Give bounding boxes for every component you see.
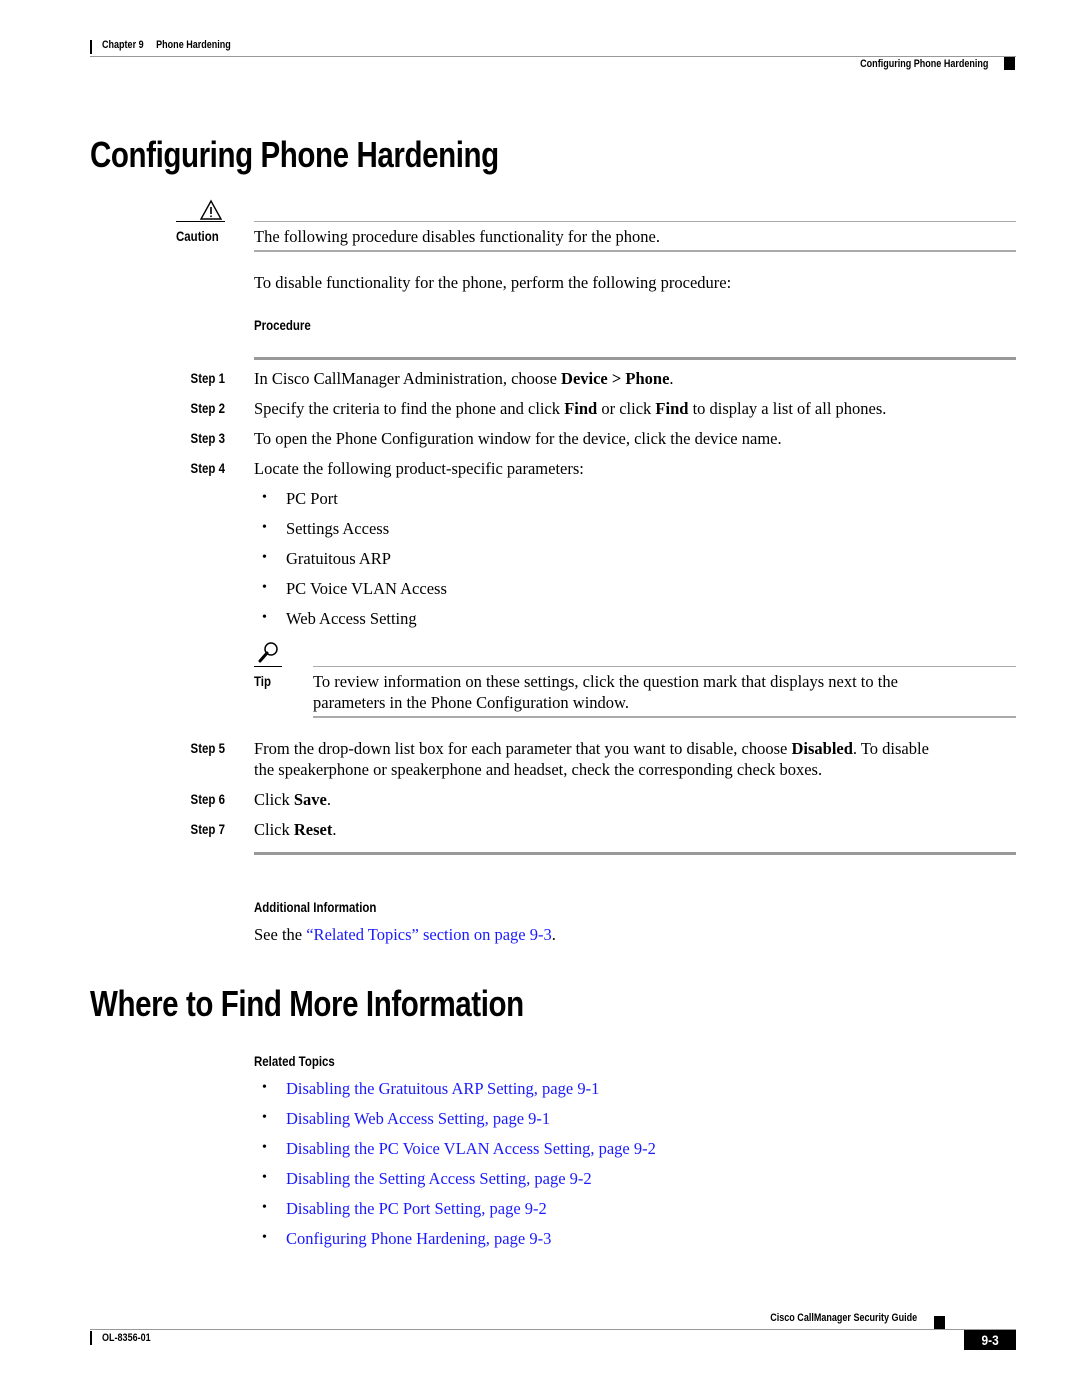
step-3-text: To open the Phone Configuration window f… <box>254 429 782 448</box>
tip-bottom-rule <box>313 716 1016 718</box>
step-text: to display a list of all phones. <box>688 399 887 418</box>
step-text: Click <box>254 820 294 839</box>
caution-bottom-rule <box>254 250 1016 252</box>
procedure-top-rule <box>254 357 1016 360</box>
menu-path: Device > Phone <box>561 369 670 388</box>
header-rule <box>90 56 1016 57</box>
related-link[interactable]: Disabling the PC Voice VLAN Access Setti… <box>286 1138 656 1159</box>
additional-suffix: . <box>551 925 556 944</box>
list-item: Settings Access <box>286 519 390 538</box>
step-text: . <box>669 369 674 388</box>
header-chapter: Chapter 9 Phone Hardening <box>102 39 231 51</box>
footer-doc-number: OL-8356-01 <box>102 1332 151 1344</box>
related-link[interactable]: Configuring Phone Hardening, page 9-3 <box>286 1228 551 1249</box>
chapter-title: Phone Hardening <box>156 39 231 51</box>
caution-icon-rule <box>176 221 225 222</box>
list-item: Gratuitous ARP <box>286 549 391 568</box>
section-title-where-to-find: Where to Find More Information <box>90 983 524 1024</box>
intro-text: To disable functionality for the phone, … <box>254 273 732 292</box>
step-5-text-line-2: the speakerphone or speakerphone and hea… <box>254 760 823 779</box>
tip-icon-rule <box>254 666 282 667</box>
step-text: . <box>332 820 337 839</box>
find-keyword: Find <box>564 399 598 418</box>
additional-prefix: See the <box>254 925 307 944</box>
list-item: PC Port <box>286 489 338 508</box>
caution-label: Caution <box>176 228 219 244</box>
list-item: PC Voice VLAN Access <box>286 579 447 598</box>
reset-keyword: Reset <box>293 820 333 839</box>
step-text: Click <box>254 790 294 809</box>
step-1-text: In Cisco CallManager Administration, cho… <box>254 368 674 389</box>
footer-left-bar <box>90 1331 92 1345</box>
step-label: Step 4 <box>190 460 225 476</box>
bullet-icon: • <box>262 1110 267 1125</box>
tip-text-line-1: To review information on these settings,… <box>313 672 898 691</box>
find-keyword: Find <box>655 399 689 418</box>
bullet-icon: • <box>262 1080 267 1095</box>
bullet-icon: • <box>262 490 267 505</box>
header-section: Configuring Phone Hardening <box>859 58 988 70</box>
section-title-configuring: Configuring Phone Hardening <box>90 134 499 175</box>
related-link[interactable]: Disabling the PC Port Setting, page 9-2 <box>286 1198 547 1219</box>
additional-info-text: See the “Related Topics” section on page… <box>254 924 556 945</box>
chapter-number: Chapter 9 <box>102 39 144 51</box>
list-item: Web Access Setting <box>286 609 417 628</box>
footer-guide-title: Cisco CallManager Security Guide <box>770 1312 917 1324</box>
step-label: Step 2 <box>190 400 225 416</box>
bullet-icon: • <box>262 550 267 565</box>
related-topics-label: Related Topics <box>254 1053 335 1069</box>
additional-info-label: Additional Information <box>254 899 377 915</box>
procedure-label: Procedure <box>254 317 311 333</box>
step-label: Step 6 <box>190 791 225 807</box>
step-label: Step 1 <box>190 370 225 386</box>
step-6-text: Click Save. <box>254 789 331 810</box>
page-number: 9-3 <box>981 1332 999 1348</box>
step-text: From the drop-down list box for each par… <box>254 739 792 758</box>
related-topics-link[interactable]: “Related Topics” section on page 9-3 <box>306 925 552 944</box>
step-5-text-line-1: From the drop-down list box for each par… <box>254 738 929 759</box>
related-link[interactable]: Disabling the Setting Access Setting, pa… <box>286 1168 592 1189</box>
footer-rule <box>90 1329 1016 1330</box>
step-text: . To disable <box>852 739 929 758</box>
disabled-keyword: Disabled <box>791 739 853 758</box>
tip-label: Tip <box>254 673 272 689</box>
page-number-box: 9-3 <box>964 1330 1016 1350</box>
step-text: In Cisco CallManager Administration, cho… <box>254 369 562 388</box>
step-4-text: Locate the following product-specific pa… <box>254 459 584 478</box>
procedure-bottom-rule <box>254 852 1016 855</box>
header-left-bar <box>90 40 92 54</box>
caution-top-rule <box>254 221 1016 222</box>
step-label: Step 7 <box>190 821 225 837</box>
step-text: Specify the criteria to find the phone a… <box>254 399 565 418</box>
bullet-icon: • <box>262 1200 267 1215</box>
save-keyword: Save <box>293 790 327 809</box>
tip-top-rule <box>313 666 1016 667</box>
bullet-icon: • <box>262 1170 267 1185</box>
step-label: Step 3 <box>190 430 225 446</box>
bullet-icon: • <box>262 1230 267 1245</box>
bullet-icon: • <box>262 580 267 595</box>
bullet-icon: • <box>262 1140 267 1155</box>
bullet-icon: • <box>262 610 267 625</box>
step-7-text: Click Reset. <box>254 819 336 840</box>
step-text: . <box>326 790 331 809</box>
bullet-icon: • <box>262 520 267 535</box>
related-link[interactable]: Disabling the Gratuitous ARP Setting, pa… <box>286 1078 599 1099</box>
step-label: Step 5 <box>190 740 225 756</box>
footer-marker <box>934 1316 945 1329</box>
step-2-text: Specify the criteria to find the phone a… <box>254 398 886 419</box>
tip-text-line-2: parameters in the Phone Configuration wi… <box>313 693 630 712</box>
step-text: or click <box>597 399 656 418</box>
header-marker <box>1004 57 1015 70</box>
related-link[interactable]: Disabling Web Access Setting, page 9-1 <box>286 1108 550 1129</box>
caution-text: The following procedure disables functio… <box>254 227 660 246</box>
